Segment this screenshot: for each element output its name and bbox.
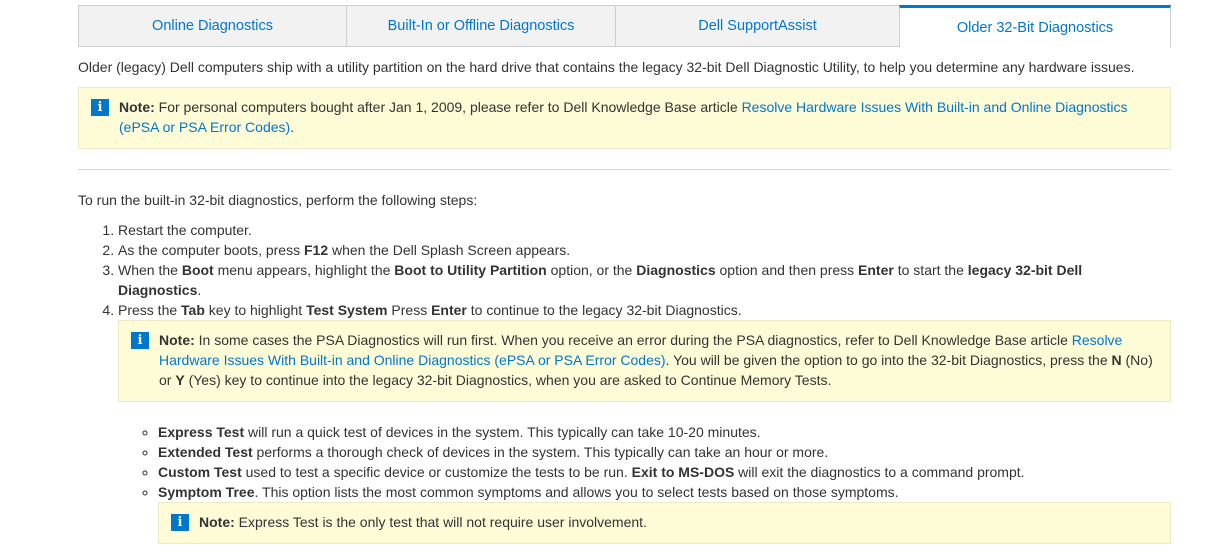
step-text: option and then press (715, 262, 859, 278)
note-box-psa: i Note: In some cases the PSA Diagnostic… (118, 320, 1171, 402)
step-item: As the computer boots, press F12 when th… (118, 240, 1158, 260)
tab-divider (78, 46, 900, 47)
list-item: Express Test will run a quick test of de… (158, 422, 1198, 442)
test-system-term: Test System (306, 302, 388, 318)
tab-dell-supportassist[interactable]: Dell SupportAssist (615, 5, 900, 47)
note-box-express: i Note: Express Test is the only test th… (158, 502, 1171, 544)
boot-menu-term: Boot (181, 262, 214, 278)
test-desc: will run a quick test of devices in the … (244, 424, 761, 440)
step-item: When the Boot menu appears, highlight th… (118, 260, 1158, 300)
step-text: When the (118, 262, 182, 278)
info-icon: i (131, 332, 149, 349)
step-text: Press (387, 302, 432, 318)
note-text: For personal computers bought after Jan … (154, 99, 742, 115)
key-enter: Enter (431, 302, 467, 318)
diagnostics-tabs: Online Diagnostics Built-In or Offline D… (78, 5, 1171, 47)
note-box-legacy: i Note: For personal computers bought af… (78, 87, 1171, 149)
step-text: when the Dell Splash Screen appears. (328, 242, 571, 258)
test-desc: used to test a specific device or custom… (241, 464, 632, 480)
express-test-term: Express Test (158, 424, 245, 440)
intro-text: Older (legacy) Dell computers ship with … (78, 59, 1135, 75)
note-end: . (290, 119, 295, 135)
key-f12: F12 (303, 242, 329, 258)
test-options-list: Express Test will run a quick test of de… (118, 422, 1198, 502)
note-label: Note: (119, 99, 155, 115)
note-text: (Yes) key to continue into the legacy 32… (184, 372, 832, 388)
steps-intro: To run the built-in 32-bit diagnostics, … (78, 192, 478, 208)
test-desc: . This option lists the most common symp… (254, 484, 899, 500)
extended-test-term: Extended Test (158, 444, 253, 460)
step-text: key to highlight (204, 302, 307, 318)
info-icon: i (91, 99, 109, 116)
info-icon: i (171, 514, 189, 531)
step-text: . (197, 282, 202, 298)
step-text: option, or the (546, 262, 637, 278)
key-n: N (1111, 352, 1122, 368)
section-divider (78, 169, 1171, 170)
note-label: Note: (159, 332, 195, 348)
list-item: Custom Test used to test a specific devi… (158, 462, 1198, 482)
diagnostics-term: Diagnostics (636, 262, 716, 278)
note-text: Express Test is the only test that will … (234, 514, 647, 530)
note-label: Note: (199, 514, 235, 530)
step-text: Press the (118, 302, 182, 318)
exit-msdos-term: Exit to MS-DOS (631, 464, 735, 480)
step-text: to continue to the legacy 32-bit Diagnos… (466, 302, 742, 318)
step-text: menu appears, highlight the (213, 262, 395, 278)
tab-older-32bit-diagnostics[interactable]: Older 32-Bit Diagnostics (899, 5, 1171, 47)
tab-built-in-offline-diagnostics[interactable]: Built-In or Offline Diagnostics (346, 5, 616, 47)
key-tab: Tab (181, 302, 205, 318)
note-text: . You will be given the option to go int… (665, 352, 1112, 368)
tab-online-diagnostics[interactable]: Online Diagnostics (78, 5, 347, 47)
steps-list: Restart the computer. As the computer bo… (78, 220, 1158, 320)
list-item: Symptom Tree. This option lists the most… (158, 482, 1198, 502)
test-desc: performs a thorough check of devices in … (252, 444, 829, 460)
key-enter: Enter (858, 262, 894, 278)
symptom-tree-term: Symptom Tree (158, 484, 255, 500)
step-text: Restart the computer. (118, 222, 252, 238)
list-item: Extended Test performs a thorough check … (158, 442, 1198, 462)
note-text: In some cases the PSA Diagnostics will r… (194, 332, 1072, 348)
boot-utility-term: Boot to Utility Partition (394, 262, 547, 278)
step-item: Press the Tab key to highlight Test Syst… (118, 300, 1158, 320)
test-desc: will exit the diagnostics to a command p… (734, 464, 1025, 480)
step-item: Restart the computer. (118, 220, 1158, 240)
key-y: Y (175, 372, 185, 388)
step-text: to start the (893, 262, 968, 278)
step-text: As the computer boots, press (118, 242, 304, 258)
custom-test-term: Custom Test (158, 464, 242, 480)
